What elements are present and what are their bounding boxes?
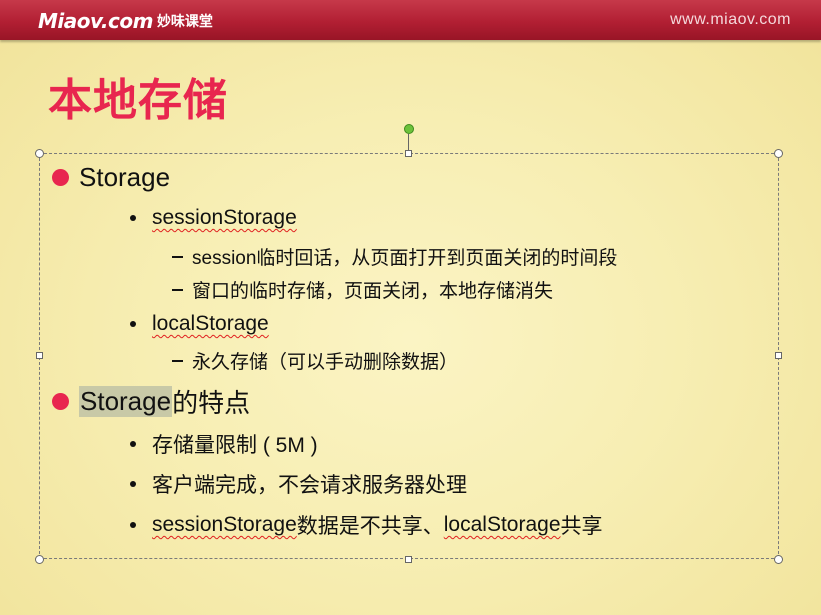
- site-url: www.miaov.com: [670, 11, 791, 28]
- rotate-handle-stem: [408, 134, 409, 150]
- sub-bullet-local-desc-1: 永久存储（可以手动删除数据）: [172, 347, 458, 374]
- bullet-icon: [130, 321, 136, 327]
- bullet-local-storage: localStorage: [130, 312, 269, 336]
- resize-handle-bottom[interactable]: [405, 556, 412, 563]
- feature-3-middle-text: 数据是不共享、: [296, 515, 444, 538]
- dash-icon: [172, 359, 183, 362]
- features-rest-text: 的特点: [172, 388, 251, 418]
- session-desc-2-text: 窗口的临时存储，页面关闭，本地存储消失: [192, 281, 554, 302]
- bullet-icon: [130, 215, 136, 221]
- brand-chinese-name: 妙味课堂: [156, 14, 213, 30]
- resize-handle-right[interactable]: [775, 352, 782, 359]
- bullet-dot-icon: [52, 169, 69, 186]
- bullet-feature-2: 客户端完成，不会请求服务器处理: [130, 469, 467, 499]
- feature-3-local-text: localStorage: [443, 513, 561, 536]
- bullet-storage-features: Storage 的特点: [52, 383, 250, 420]
- resize-handle-top[interactable]: [405, 150, 412, 157]
- bullet-icon: [130, 481, 136, 487]
- features-highlighted-text[interactable]: Storage: [79, 386, 173, 417]
- resize-handle-left[interactable]: [36, 352, 43, 359]
- bullet-dot-icon: [52, 393, 69, 410]
- session-desc-1-text: session临时回话，从页面打开到页面关闭的时间段: [192, 248, 618, 269]
- bullet-storage: Storage: [52, 162, 170, 193]
- dash-icon: [172, 255, 183, 258]
- bullet-feature-3: sessionStorage 数据是不共享、 localStorage 共享: [130, 510, 603, 540]
- feature-1-text: 存储量限制 ( 5M ): [152, 434, 318, 457]
- bullet-feature-1: 存储量限制 ( 5M ): [130, 429, 318, 459]
- brand-logo: Miaov.com 妙味课堂: [38, 8, 213, 34]
- brand-logo-text: Miaov.com: [38, 9, 153, 33]
- resize-handle-bottom-right[interactable]: [774, 555, 783, 564]
- sub-bullet-session-desc-2: 窗口的临时存储，页面关闭，本地存储消失: [172, 276, 553, 303]
- session-storage-text: sessionStorage: [152, 206, 297, 229]
- resize-handle-top-left[interactable]: [35, 149, 44, 158]
- resize-handle-top-right[interactable]: [774, 149, 783, 158]
- local-desc-1-text: 永久存储（可以手动删除数据）: [192, 352, 459, 373]
- slide-title[interactable]: 本地存储: [48, 64, 228, 128]
- bullet-storage-text: Storage: [79, 162, 171, 192]
- feature-2-text: 客户端完成，不会请求服务器处理: [152, 474, 467, 497]
- feature-3-session-text: sessionStorage: [152, 513, 297, 536]
- bullet-icon: [130, 522, 136, 528]
- bullet-session-storage: sessionStorage: [130, 206, 297, 230]
- sub-bullet-session-desc-1: session临时回话，从页面打开到页面关闭的时间段: [172, 243, 617, 270]
- local-storage-text: localStorage: [152, 312, 269, 335]
- rotate-handle[interactable]: [404, 124, 414, 134]
- resize-handle-bottom-left[interactable]: [35, 555, 44, 564]
- bullet-icon: [130, 441, 136, 447]
- feature-3-end-text: 共享: [560, 515, 603, 538]
- header-bar: Miaov.com 妙味课堂 www.miaov.com: [0, 0, 821, 40]
- dash-icon: [172, 288, 183, 291]
